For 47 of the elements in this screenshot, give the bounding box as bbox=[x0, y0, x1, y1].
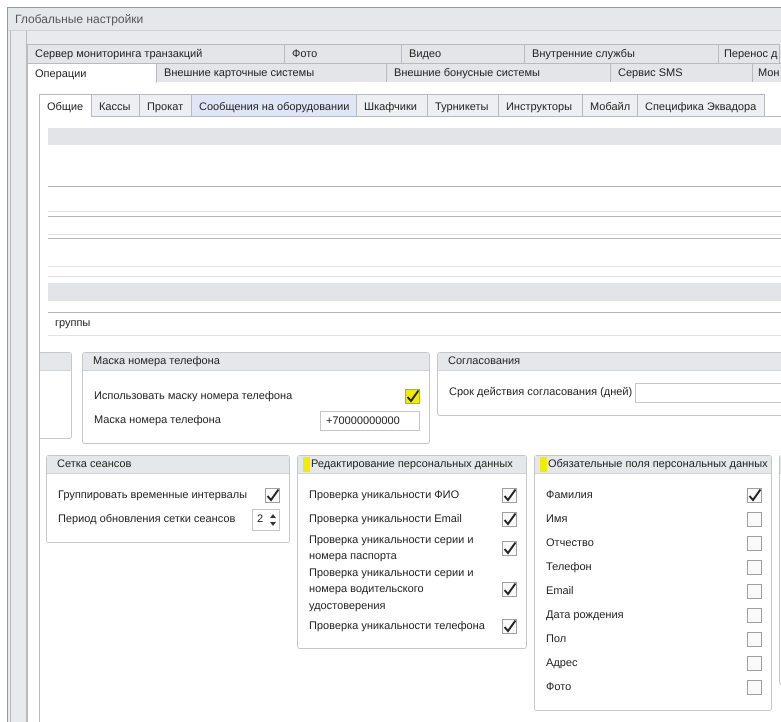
field-label: Телефон bbox=[546, 560, 592, 576]
field-label: Срок действия согласования (дней) bbox=[449, 385, 632, 400]
field-label: Проверка уникальности телефона bbox=[309, 618, 485, 634]
field-label: Отчество bbox=[546, 536, 594, 552]
tab[interactable]: Турникеты bbox=[427, 94, 499, 116]
field-label: Пол bbox=[546, 632, 566, 648]
group-title: Согласования bbox=[448, 354, 520, 368]
tab[interactable]: Сообщения на оборудовании bbox=[191, 94, 357, 116]
field-label: Фото bbox=[546, 680, 572, 696]
tab[interactable]: Мобайл bbox=[582, 94, 638, 116]
tab[interactable]: Кассы bbox=[91, 94, 140, 116]
field-label: Использовать маску номера телефона bbox=[94, 389, 290, 404]
tab[interactable]: Мон bbox=[752, 63, 781, 82]
tab[interactable]: Инструкторы bbox=[498, 94, 583, 116]
tab[interactable]: Специфика Эквадора bbox=[637, 94, 765, 116]
tab[interactable]: Видео bbox=[401, 44, 525, 63]
group-title: Сетка сеансов bbox=[57, 456, 132, 472]
label-text: группы bbox=[55, 317, 90, 329]
field-label: Проверка уникальности серии и номера водительского удостоверения bbox=[309, 566, 475, 614]
field-label: Дата рождения bbox=[546, 608, 624, 624]
field-label: Проверка уникальности серии и номера паспорта bbox=[309, 532, 475, 564]
tab[interactable]: Общие bbox=[39, 94, 92, 117]
tab[interactable]: Внутренние службы bbox=[524, 44, 719, 63]
field-label: Адрес bbox=[546, 656, 578, 672]
field-label: Период обновления сетки сеансов bbox=[58, 512, 236, 528]
tab[interactable]: Перенос д bbox=[718, 44, 780, 63]
tab[interactable]: Прокат bbox=[139, 94, 192, 116]
text-field[interactable]: +70000000000 bbox=[320, 410, 420, 430]
tab[interactable]: Шкафчики bbox=[356, 94, 428, 116]
tab[interactable]: Операции bbox=[27, 63, 157, 83]
field-label: Имя bbox=[546, 512, 568, 528]
field-label: Маска номера телефона bbox=[94, 413, 222, 428]
tab[interactable]: Внешние бонусные системы bbox=[386, 63, 611, 82]
window-title: Глобальные настройки bbox=[8, 8, 781, 31]
field-label: Группировать временные интервалы bbox=[58, 488, 248, 504]
field-label: Проверка уникальности ФИО bbox=[309, 488, 460, 504]
number-spinner[interactable]: 2 bbox=[252, 508, 280, 530]
field-label: Проверка уникальности Email bbox=[309, 512, 462, 528]
field-label: Фамилия bbox=[546, 488, 593, 504]
group-title: Маска номера телефона bbox=[93, 354, 220, 368]
tab[interactable]: Сервис SMS bbox=[610, 63, 753, 82]
tab[interactable]: Фото bbox=[284, 44, 402, 63]
tab[interactable]: Сервер мониторинга транзакций bbox=[27, 44, 285, 63]
group-title: Редактирование персональных данных bbox=[311, 456, 513, 472]
tab[interactable]: Внешние карточные системы bbox=[156, 63, 387, 82]
field-label: Email bbox=[546, 584, 574, 600]
group-title: Обязательные поля персональных данных bbox=[548, 456, 768, 472]
